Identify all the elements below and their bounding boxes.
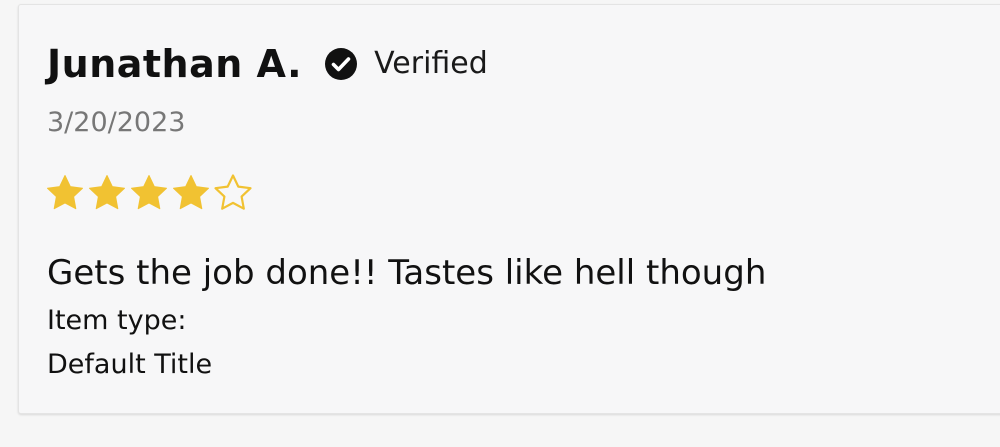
item-type-value: Default Title [47, 349, 213, 380]
review-date: 3/20/2023 [47, 107, 186, 138]
item-type-label: Item type: [47, 305, 187, 336]
star-filled-icon [87, 173, 127, 213]
verified-label: Verified [374, 46, 488, 81]
review-header: Junathan A. Verified [47, 41, 488, 87]
review-body: Gets the job done!! Tastes like hell tho… [47, 253, 767, 293]
star-filled-icon [171, 173, 211, 213]
review-card: Junathan A. Verified 3/20/2023 Gets the … [18, 4, 1000, 414]
star-filled-icon [129, 173, 169, 213]
star-outline-icon [213, 173, 253, 213]
star-rating [45, 173, 253, 213]
reviewer-name: Junathan A. [47, 42, 303, 86]
star-filled-icon [45, 173, 85, 213]
check-circle-icon [324, 47, 358, 81]
